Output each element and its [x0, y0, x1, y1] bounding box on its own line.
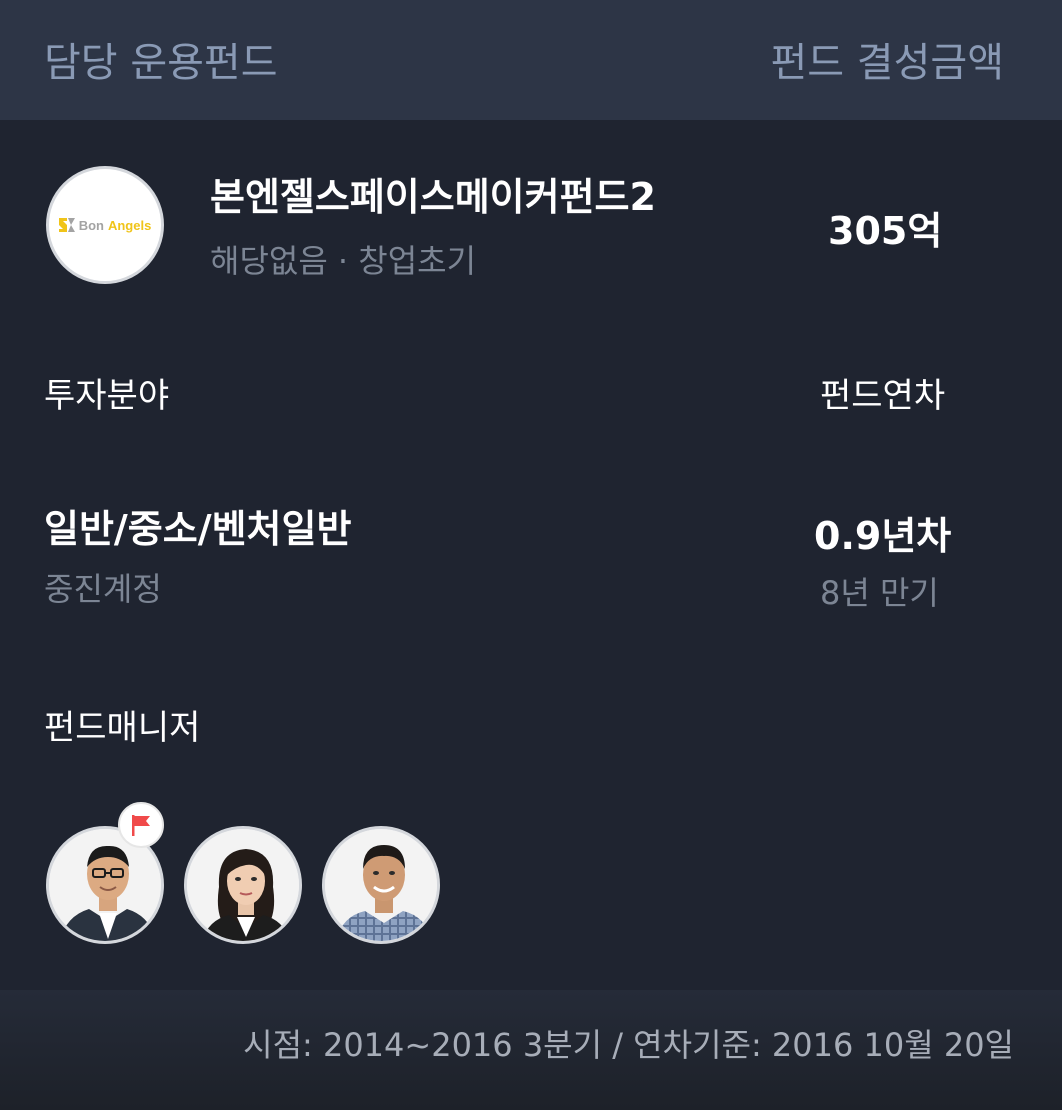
fund-amount: 305억: [828, 209, 943, 253]
manager-avatar-2[interactable]: [184, 826, 302, 944]
data-period-note: 시점: 2014~2016 3분기 / 연차기준: 2016 10월 20일: [243, 1026, 1014, 1064]
fund-year-label: 펀드연차: [820, 376, 946, 416]
header-bar: 담당 운용펀드 펀드 결성금액: [0, 0, 1062, 120]
fund-size-label: 펀드 결성금액: [770, 40, 1004, 86]
fund-category: 해당없음 · 창업초기: [210, 242, 477, 280]
fund-logo: Bon Angels: [46, 166, 164, 284]
logo-text-angels: Angels: [107, 217, 152, 233]
investment-field-value: 일반/중소/벤처일반: [44, 507, 352, 551]
fund-maturity: 8년 만기: [820, 574, 939, 612]
flag-icon: [132, 815, 150, 836]
fund-name: 본엔젤스페이스메이커펀드2: [210, 175, 656, 219]
fund-managers-label: 펀드매니저: [44, 708, 201, 748]
bon-angels-logo-icon: [58, 218, 75, 232]
fund-year-value: 0.9년차: [814, 514, 952, 558]
investment-account: 중진계정: [44, 570, 162, 608]
investment-field-label: 투자분야: [44, 376, 170, 416]
managed-funds-label: 담당 운용펀드: [44, 40, 278, 86]
lead-manager-badge: [118, 802, 164, 848]
logo-text-bon: Bon: [78, 217, 104, 233]
manager-avatar-3[interactable]: [322, 826, 440, 944]
footer-bar: 시점: 2014~2016 3분기 / 연차기준: 2016 10월 20일: [0, 990, 1062, 1110]
